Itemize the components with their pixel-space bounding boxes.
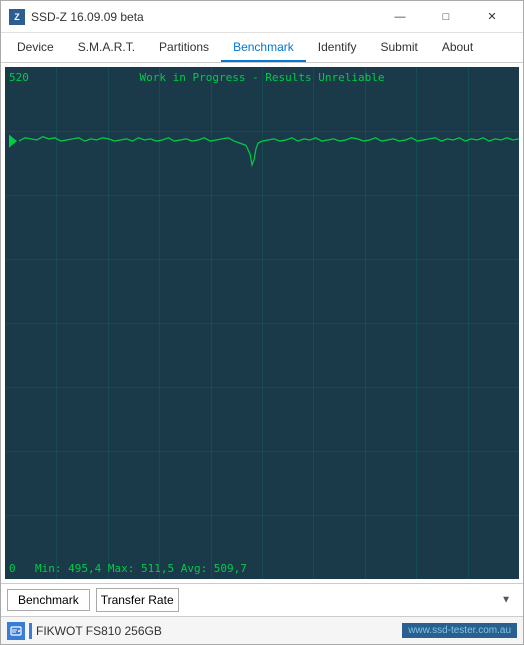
tab-benchmark[interactable]: Benchmark [221, 33, 306, 62]
drive-name: FIKWOT FS810 256GB [36, 624, 162, 638]
app-window: Z SSD-Z 16.09.09 beta — □ ✕ Device S.M.A… [0, 0, 524, 645]
tab-partitions[interactable]: Partitions [147, 33, 221, 62]
tab-identify[interactable]: Identify [306, 33, 369, 62]
chart-waveform [5, 67, 519, 579]
window-title: SSD-Z 16.09.09 beta [31, 10, 377, 24]
maximize-button[interactable]: □ [423, 1, 469, 33]
transfer-type-dropdown[interactable]: Transfer Rate IOPS Access Time [96, 588, 179, 612]
tab-smart[interactable]: S.M.A.R.T. [66, 33, 147, 62]
tab-device[interactable]: Device [5, 33, 66, 62]
app-icon: Z [9, 9, 25, 25]
menu-bar: Device S.M.A.R.T. Partitions Benchmark I… [1, 33, 523, 63]
benchmark-button[interactable]: Benchmark [7, 589, 90, 611]
drive-info: FIKWOT FS810 256GB [7, 622, 396, 640]
window-controls: — □ ✕ [377, 1, 515, 33]
tab-submit[interactable]: Submit [368, 33, 429, 62]
benchmark-chart: 520 0 Work in Progress - Results Unrelia… [5, 67, 519, 579]
dropdown-wrapper: Transfer Rate IOPS Access Time [96, 588, 517, 612]
title-bar: Z SSD-Z 16.09.09 beta — □ ✕ [1, 1, 523, 33]
status-bar: FIKWOT FS810 256GB www.ssd-tester.com.au [1, 616, 523, 644]
drive-icon [7, 622, 25, 640]
minimize-button[interactable]: — [377, 1, 423, 33]
tab-about[interactable]: About [430, 33, 485, 62]
website-label: www.ssd-tester.com.au [402, 623, 517, 638]
drive-indicator [29, 623, 32, 639]
bottom-toolbar: Benchmark Transfer Rate IOPS Access Time [1, 583, 523, 616]
close-button[interactable]: ✕ [469, 1, 515, 33]
